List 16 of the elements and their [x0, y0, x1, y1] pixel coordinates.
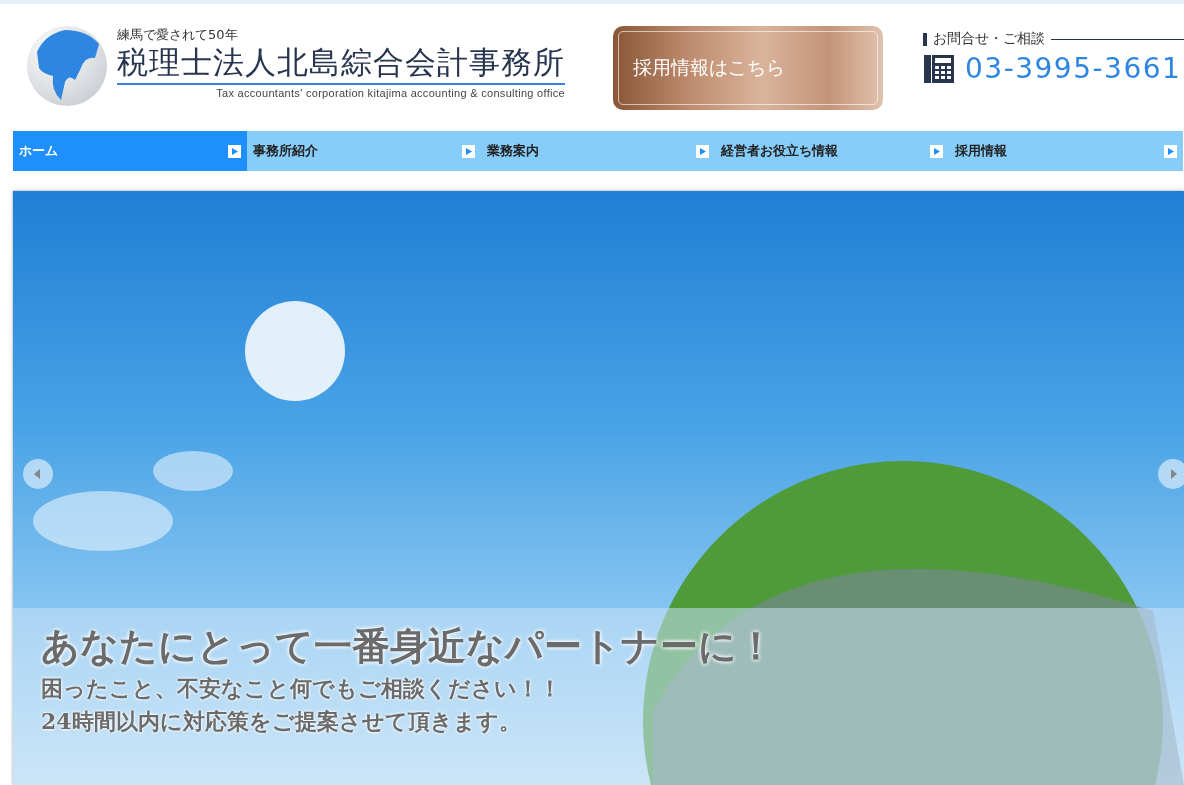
- play-icon: [228, 144, 241, 158]
- play-icon: [696, 144, 709, 158]
- hero-subtext: 困ったこと、不安なこと何でもご相談ください！！: [41, 674, 562, 703]
- play-icon: [462, 144, 475, 158]
- previous-slide-button[interactable]: [23, 459, 53, 489]
- phone-number[interactable]: 03-3995-3661: [965, 52, 1182, 85]
- contact-heading: お問合せ・ご相談: [933, 30, 1045, 48]
- next-slide-button[interactable]: [1158, 459, 1184, 489]
- telephone-icon: [923, 52, 955, 85]
- company-name: 税理士法人北島綜合会計事務所: [117, 43, 565, 85]
- hero-subtext: 24時間以内に対応策をご提案させて頂きます。: [41, 707, 522, 736]
- play-icon: [930, 144, 943, 158]
- tagline: 練馬で愛されて50年: [117, 27, 239, 43]
- hero-headline: あなたにとって一番身近なパートナーに！: [41, 622, 776, 670]
- play-icon: [1164, 144, 1177, 158]
- company-name-english: Tax accountants' corporation kitajima accounting & consulting office: [216, 87, 565, 99]
